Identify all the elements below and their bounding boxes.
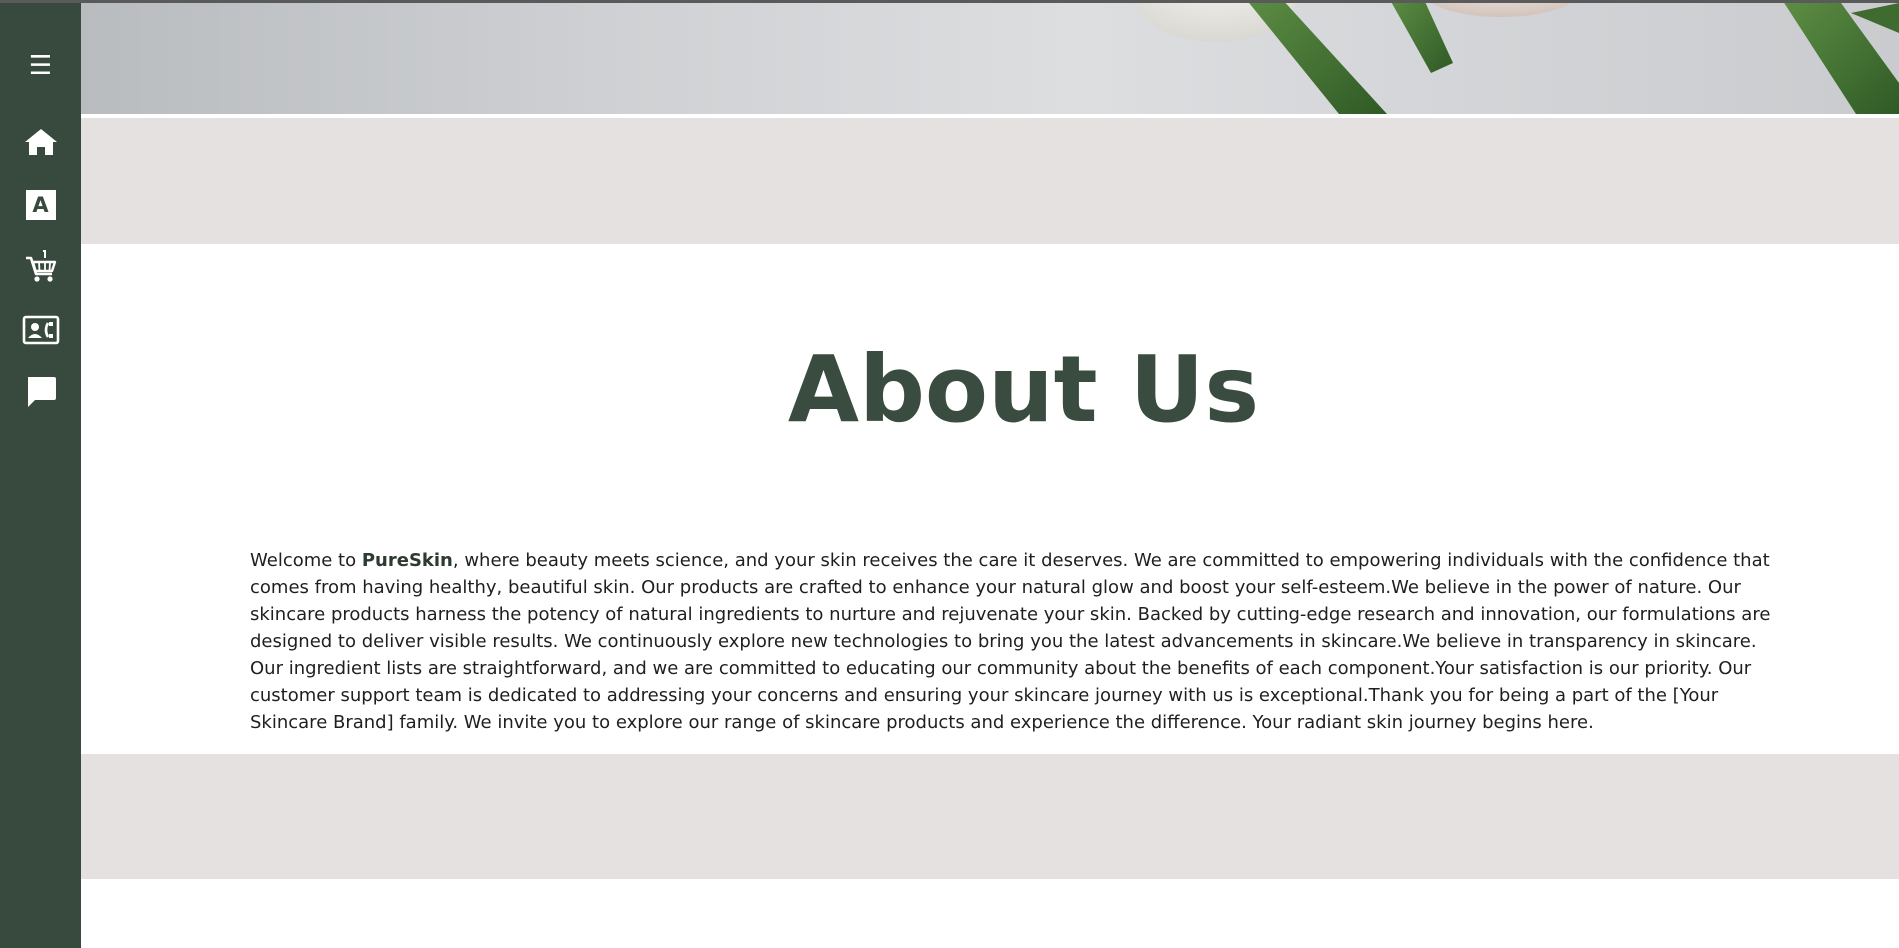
- intro-prefix: Welcome to: [250, 550, 362, 571]
- sidebar-item-cart[interactable]: [0, 241, 81, 293]
- hero-banner-image: [81, 3, 1899, 114]
- sidebar-item-chat[interactable]: [0, 365, 81, 417]
- page-title: About Us: [787, 336, 1260, 443]
- top-band: [81, 118, 1899, 244]
- bottom-band: [81, 754, 1899, 879]
- about-paragraph: Welcome to PureSkin, where beauty meets …: [250, 547, 1780, 736]
- cart-icon: [24, 250, 58, 284]
- top-border: [0, 0, 1899, 3]
- font-a-icon: A: [25, 190, 56, 220]
- sidebar-item-home[interactable]: [0, 116, 81, 168]
- brand-name: PureSkin: [361, 550, 453, 571]
- contact-card-icon: [22, 315, 60, 345]
- font-a-letter: A: [32, 192, 49, 217]
- menu-icon: ☰: [28, 51, 53, 81]
- home-icon: [24, 127, 58, 157]
- sidebar-item-font[interactable]: A: [0, 179, 81, 231]
- menu-button[interactable]: ☰: [0, 40, 81, 92]
- chat-bubble-icon: [24, 374, 58, 408]
- sidebar-item-contact[interactable]: [0, 304, 81, 356]
- intro-body: , where beauty meets science, and your s…: [250, 550, 1771, 733]
- sidebar: ☰ A: [0, 0, 81, 948]
